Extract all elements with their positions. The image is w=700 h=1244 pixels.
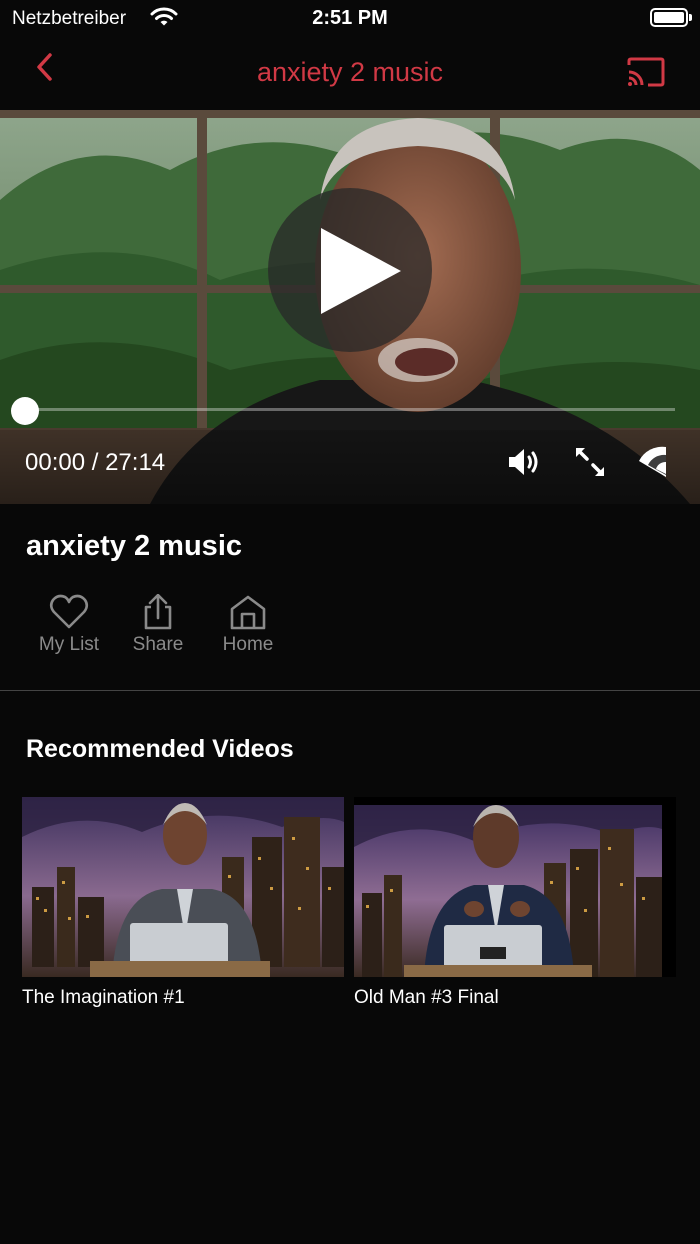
- progress-knob[interactable]: [11, 397, 39, 425]
- time-separator: /: [85, 449, 106, 476]
- my-list-label: My List: [38, 634, 100, 655]
- share-button[interactable]: Share: [113, 594, 203, 656]
- heart-icon: [49, 594, 89, 629]
- page-title: anxiety 2 music: [256, 57, 444, 87]
- time-display: 00:00 / 27:14: [25, 449, 165, 477]
- cast-icon[interactable]: [626, 56, 666, 88]
- play-icon: [321, 228, 401, 314]
- fullscreen-icon[interactable]: [572, 445, 608, 479]
- home-label: Home: [222, 634, 274, 655]
- home-button[interactable]: Home: [203, 594, 293, 656]
- progress-bar[interactable]: [25, 408, 675, 411]
- recommended-video-title: Old Man #3 Final: [354, 987, 499, 1008]
- status-bar: Netzbetreiber 2:51 PM: [0, 0, 700, 36]
- video-player[interactable]: 00:00 / 27:14: [0, 110, 700, 504]
- recommended-video-title: The Imagination #1: [22, 987, 185, 1008]
- section-divider: [0, 690, 700, 691]
- recommended-video-card[interactable]: Old Man #3 Final: [354, 797, 676, 1009]
- airplay-icon[interactable]: [636, 443, 670, 481]
- current-time: 00:00: [25, 449, 86, 476]
- duration: 27:14: [105, 449, 166, 476]
- video-thumbnail: [354, 797, 676, 977]
- share-icon: [144, 594, 172, 630]
- home-icon: [230, 595, 266, 630]
- nav-bar: anxiety 2 music: [0, 36, 700, 110]
- status-time: 2:51 PM: [312, 7, 388, 29]
- play-button[interactable]: [268, 188, 432, 352]
- video-thumbnail: [22, 797, 344, 977]
- recommended-video-card[interactable]: The Imagination #1: [22, 797, 344, 1009]
- recommended-heading: Recommended Videos: [26, 735, 294, 763]
- my-list-button[interactable]: My List: [24, 594, 114, 656]
- share-label: Share: [132, 634, 184, 655]
- volume-icon[interactable]: [506, 445, 542, 479]
- video-title: anxiety 2 music: [26, 530, 242, 562]
- battery-icon: [650, 8, 692, 27]
